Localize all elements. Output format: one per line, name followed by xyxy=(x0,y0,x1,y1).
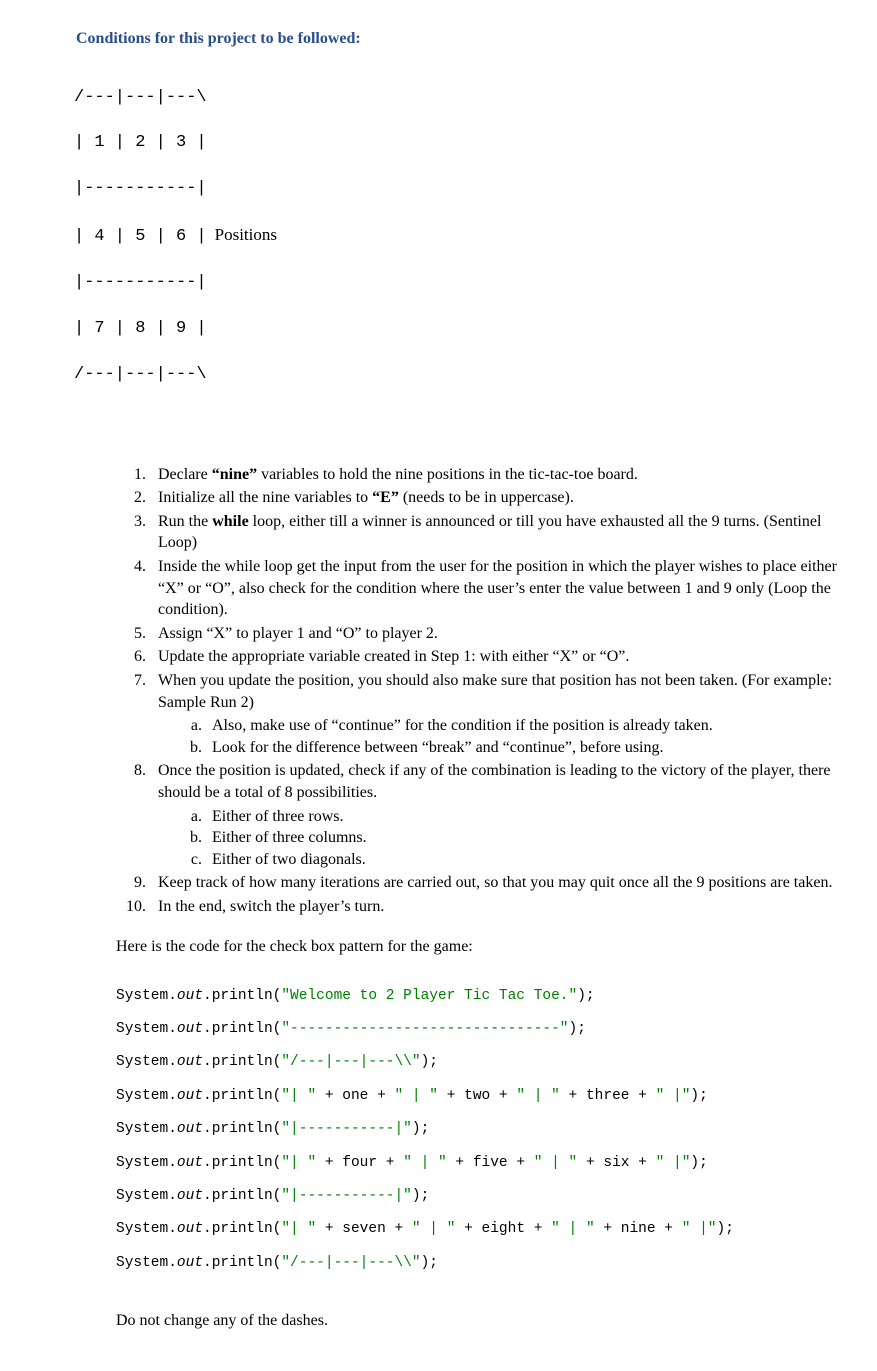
code-block: System.out.println("Welcome to 2 Player … xyxy=(116,971,837,1288)
ascii-sep2: |-----------| xyxy=(74,272,837,295)
sub-item-8c: Either of two diagonals. xyxy=(206,849,837,871)
dash-note: Do not change any of the dashes. xyxy=(116,1310,837,1332)
positions-label: Positions xyxy=(215,224,277,247)
sub-item-7a: Also, make use of “continue” for the con… xyxy=(206,715,837,737)
code-line-4: System.out.println("| " + one + " | " + … xyxy=(116,1088,837,1105)
sub-item-8a: Either of three rows. xyxy=(206,806,837,828)
code-line-2: System.out.println("--------------------… xyxy=(116,1021,837,1038)
code-line-3: System.out.println("/---|---|---\\"); xyxy=(116,1054,837,1071)
ascii-row3: | 7 | 8 | 9 | xyxy=(74,318,837,341)
condition-item-7: When you update the position, you should… xyxy=(150,670,837,758)
code-intro: Here is the code for the check box patte… xyxy=(116,936,837,958)
ascii-bottom: /---|---|---\ xyxy=(74,364,837,387)
condition-item-9: Keep track of how many iterations are ca… xyxy=(150,872,837,894)
code-line-7: System.out.println("|-----------|"); xyxy=(116,1188,837,1205)
condition-item-5: Assign “X” to player 1 and “O” to player… xyxy=(150,623,837,645)
ascii-row1: | 1 | 2 | 3 | xyxy=(74,132,837,155)
ascii-board: /---|---|---\ | 1 | 2 | 3 | |-----------… xyxy=(74,64,837,410)
condition-item-8: Once the position is updated, check if a… xyxy=(150,760,837,870)
code-line-8: System.out.println("| " + seven + " | " … xyxy=(116,1221,837,1238)
condition-item-10: In the end, switch the player’s turn. xyxy=(150,896,837,918)
code-line-1: System.out.println("Welcome to 2 Player … xyxy=(116,988,837,1005)
sub-list-7: Also, make use of “continue” for the con… xyxy=(184,715,837,758)
condition-item-4: Inside the while loop get the input from… xyxy=(150,556,837,621)
sub-list-8: Either of three rows. Either of three co… xyxy=(184,806,837,871)
condition-item-1: Declare “nine” variables to hold the nin… xyxy=(150,464,837,486)
condition-item-6: Update the appropriate variable created … xyxy=(150,646,837,668)
code-line-6: System.out.println("| " + four + " | " +… xyxy=(116,1155,837,1172)
sub-item-8b: Either of three columns. xyxy=(206,827,837,849)
sub-item-7b: Look for the difference between “break” … xyxy=(206,737,837,759)
condition-item-2: Initialize all the nine variables to “E”… xyxy=(150,487,837,509)
ascii-sep1: |-----------| xyxy=(74,178,837,201)
ascii-row2: | 4 | 5 | 6 | xyxy=(74,226,207,249)
code-line-5: System.out.println("|-----------|"); xyxy=(116,1121,837,1138)
conditions-list: Declare “nine” variables to hold the nin… xyxy=(116,464,837,918)
ascii-top: /---|---|---\ xyxy=(74,87,837,110)
section-heading: Conditions for this project to be follow… xyxy=(76,28,837,50)
code-line-9: System.out.println("/---|---|---\\"); xyxy=(116,1255,837,1272)
condition-item-3: Run the while loop, either till a winner… xyxy=(150,511,837,554)
